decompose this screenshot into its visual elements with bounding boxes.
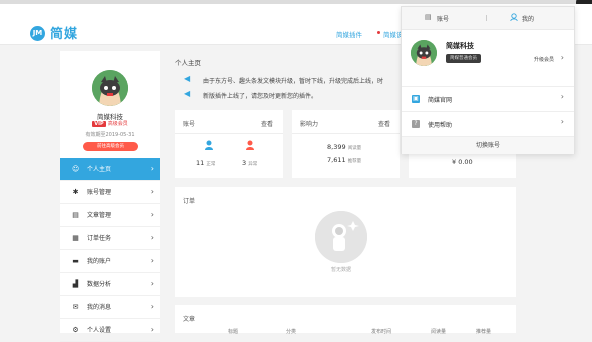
normal-user-icon bbox=[205, 140, 213, 150]
sidebar-item-label: 我的消息 bbox=[87, 304, 112, 311]
card-title: 影响力 bbox=[300, 121, 319, 128]
wallet-icon: ▬ bbox=[72, 257, 79, 265]
tab-account[interactable]: 账号 bbox=[437, 14, 449, 23]
sidebar-item[interactable]: ▦ 订单任务 › bbox=[60, 227, 160, 250]
speaker-icon: ◀ bbox=[184, 74, 191, 83]
upgrade-button[interactable]: 前往高级会员 bbox=[83, 142, 138, 151]
notice-line: 由于东方号、趣头条发文模块升级，暂时下线，升级完成后上线，时 bbox=[203, 78, 384, 85]
sidebar-item[interactable]: ▤ 文章管理 › bbox=[60, 204, 160, 227]
view-link[interactable]: 查看 bbox=[261, 119, 273, 128]
logo-icon[interactable]: JM bbox=[30, 26, 45, 41]
empty-illustration-icon bbox=[315, 211, 367, 263]
chevron-right-icon: › bbox=[150, 164, 154, 173]
column-header: 推荐量 bbox=[476, 329, 492, 335]
articles-card: 文章 bbox=[175, 305, 516, 333]
sidebar-item-label: 账号管理 bbox=[87, 189, 112, 196]
vip-text: 高级会员 bbox=[107, 121, 128, 127]
account-tab-icon: ▤ bbox=[425, 13, 432, 21]
sidebar-item[interactable]: ✉ 我的消息 › bbox=[60, 296, 160, 319]
sidebar-item-label: 订单任务 bbox=[87, 235, 112, 242]
chevron-right-icon: › bbox=[150, 279, 154, 288]
sidebar-item[interactable]: ⚙ 个人设置 › bbox=[60, 319, 160, 342]
panel-tabs: ▤ 账号 我的 bbox=[402, 7, 574, 30]
brand-name[interactable]: 简媒 bbox=[50, 23, 78, 42]
sidebar-item[interactable]: ▬ 我的账户 › bbox=[60, 250, 160, 273]
document-icon: ▤ bbox=[72, 211, 79, 219]
notice-line: 新版插件上线了，请您及时更新您的插件。 bbox=[203, 93, 318, 100]
chevron-right-icon: › bbox=[560, 117, 564, 126]
sidebar-item[interactable]: ✱ 账号管理 › bbox=[60, 181, 160, 204]
empty-text: 暂无数据 bbox=[330, 267, 351, 273]
nav-link[interactable]: 简媒该 bbox=[383, 29, 403, 39]
recommends-stat: 7,611 推荐量 bbox=[327, 156, 362, 164]
vip-badge: VIP bbox=[92, 121, 106, 127]
column-header: 阅读量 bbox=[431, 329, 447, 335]
panel-row-label: 简媒官网 bbox=[428, 97, 453, 104]
user-icon: ☺ bbox=[72, 165, 80, 173]
panel-row[interactable]: ▣ 简媒官网 › bbox=[402, 86, 574, 111]
calendar-icon: ▦ bbox=[72, 234, 79, 242]
upgrade-member-link[interactable]: 升级会员 bbox=[534, 56, 554, 63]
vip-status: VIP 高级会员 bbox=[60, 120, 160, 127]
chart-icon: ▟ bbox=[72, 280, 79, 288]
influence-card: 影响力 查看 8,399 阅读量 7,611 推荐量 bbox=[292, 110, 400, 178]
view-link[interactable]: 查看 bbox=[378, 119, 390, 128]
nav-plugin-link[interactable]: 简媒插件 bbox=[336, 29, 362, 39]
sidebar-item-label: 我的账户 bbox=[87, 258, 112, 265]
help-icon: ? bbox=[412, 120, 420, 128]
panel-row[interactable]: ? 使用帮助 › bbox=[402, 111, 574, 136]
reads-stat: 8,399 阅读量 bbox=[327, 143, 362, 151]
tab-mine[interactable]: 我的 bbox=[522, 14, 534, 23]
member-badge: 简媒普通会员 bbox=[446, 54, 481, 63]
page-title: 个人主页 bbox=[175, 59, 201, 67]
column-header: 分类 bbox=[286, 329, 297, 335]
account-card: 账号 查看 11 正常 3 异常 bbox=[175, 110, 283, 178]
user-tab-icon bbox=[510, 13, 518, 21]
sidebar-item-label: 个人主页 bbox=[87, 166, 112, 173]
message-icon: ✉ bbox=[72, 303, 79, 311]
speaker-icon: ◀ bbox=[184, 89, 191, 98]
chevron-right-icon: › bbox=[560, 92, 564, 101]
chevron-right-icon: › bbox=[150, 302, 154, 311]
column-header: 标题 bbox=[228, 329, 239, 335]
card-title: 账号 bbox=[183, 121, 196, 128]
avatar[interactable] bbox=[92, 70, 128, 106]
chevron-right-icon: › bbox=[150, 256, 154, 265]
panel-row-label: 使用帮助 bbox=[428, 122, 453, 129]
normal-count: 11 正常 bbox=[196, 159, 216, 167]
abnormal-count: 3 异常 bbox=[242, 159, 258, 167]
notification-dot bbox=[377, 31, 380, 34]
chevron-right-icon: › bbox=[150, 233, 154, 242]
account-dropdown: ▤ 账号 我的 简媒科技 简媒普通会员 升级会员 › 切换账号 ▣ 简媒官网 ›? 使… bbox=[401, 6, 575, 154]
abnormal-user-icon bbox=[246, 140, 254, 150]
balance-amount: ¥ 0.00 bbox=[452, 158, 473, 166]
chevron-right-icon: › bbox=[150, 187, 154, 196]
chevron-right-icon: › bbox=[150, 210, 154, 219]
switch-account-button[interactable]: 切换账号 bbox=[402, 136, 574, 154]
sidebar-item[interactable]: ▟ 数据分析 › bbox=[60, 273, 160, 296]
card-title: 订单 bbox=[183, 198, 196, 205]
panel-username: 简媒科技 bbox=[446, 42, 474, 50]
sidebar-item-label: 数据分析 bbox=[87, 281, 112, 288]
sidebar-item[interactable]: ☺ 个人主页 › bbox=[60, 158, 160, 181]
asterisk-icon: ✱ bbox=[72, 188, 79, 196]
panel-avatar[interactable] bbox=[411, 40, 437, 66]
card-title: 文章 bbox=[183, 316, 196, 323]
expiry-date: 有效期至2019-05-31 bbox=[85, 132, 135, 138]
sidebar-item-label: 文章管理 bbox=[87, 212, 112, 219]
chevron-right-icon[interactable]: › bbox=[561, 54, 564, 62]
column-header: 发布时间 bbox=[371, 329, 392, 335]
website-icon: ▣ bbox=[412, 95, 420, 103]
